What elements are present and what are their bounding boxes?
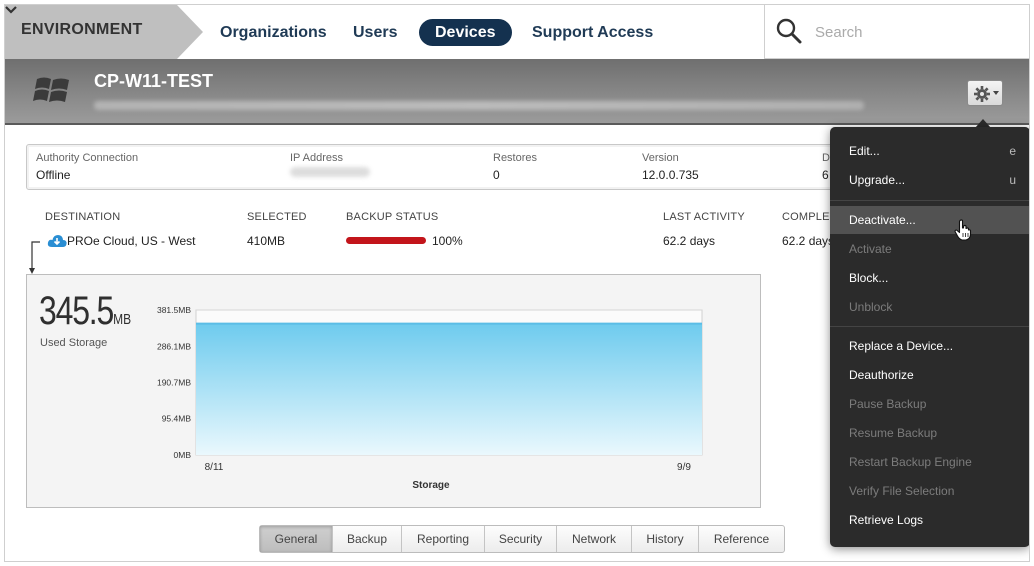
- cloud-icon: [47, 235, 67, 247]
- menu-item-edit-shortcut: e: [1009, 144, 1016, 158]
- header-backup-status: BACKUP STATUS: [346, 211, 439, 223]
- authority-connection: Authority Connection Offline: [36, 152, 138, 182]
- completed-value: 62.2 days: [782, 234, 835, 248]
- tab-security[interactable]: Security: [485, 526, 557, 552]
- device-name: CP-W11-TEST: [94, 71, 214, 91]
- extra-value: 6: [822, 168, 829, 182]
- restores-value: 0: [493, 168, 500, 182]
- search-icon[interactable]: [775, 17, 803, 45]
- menu-item-unblock: Unblock: [849, 300, 893, 314]
- menu-item-upgrade-shortcut: u: [1009, 173, 1016, 187]
- gear-icon: [974, 86, 990, 102]
- last-activity-value: 62.2 days: [663, 234, 716, 248]
- destination-name[interactable]: PROe Cloud, US - West: [67, 234, 195, 248]
- device-info-box: Authority Connection Offline IP Address …: [26, 144, 886, 190]
- y-tick-label: 190.7MB: [157, 378, 191, 388]
- device-tabs: General Backup Reporting Security Networ…: [259, 525, 785, 553]
- y-tick-label: 381.5MB: [157, 305, 191, 315]
- selected-size: 410MB: [247, 234, 286, 248]
- version: Version 12.0.0.735: [642, 152, 699, 182]
- nav-users[interactable]: Users: [353, 19, 397, 46]
- x-tick-label: 8/11: [205, 462, 224, 473]
- nav-devices[interactable]: Devices: [419, 19, 512, 46]
- header-last-activity: LAST ACTIVITY: [663, 211, 745, 223]
- y-tick-label: 286.1MB: [157, 341, 191, 351]
- storage-chart: 381.5MB 286.1MB 190.7MB 95.4MB 0MB 8/11 9/9 Sto…: [157, 305, 703, 491]
- device-actions-menu: Edit... e Upgrade... u Deactivate... Activ…: [830, 127, 1029, 547]
- header-destination: DESTINATION: [45, 211, 121, 223]
- y-tick-label: 0MB: [174, 450, 192, 460]
- search-box: [764, 5, 1029, 59]
- ip-value-redacted: [290, 167, 370, 177]
- menu-item-upgrade-label: Upgrade...: [849, 173, 906, 187]
- tab-general[interactable]: General: [260, 526, 333, 552]
- tab-network[interactable]: Network: [557, 526, 632, 552]
- menu-item-deauthorize[interactable]: Deauthorize: [830, 361, 1029, 389]
- menu-item-verify-file-selection: Verify File Selection: [849, 484, 955, 498]
- backup-progress-bar: [346, 237, 426, 244]
- device-header: CP-W11-TEST: [5, 59, 1029, 125]
- menu-item-block[interactable]: Block...: [830, 264, 1029, 292]
- header-completed: COMPLET: [782, 211, 837, 223]
- menu-item-replace-device[interactable]: Replace a Device...: [830, 332, 1029, 360]
- environment-label: ENVIRONMENT: [21, 21, 143, 38]
- environment-menu[interactable]: ENVIRONMENT: [5, 5, 205, 59]
- windows-icon: [33, 77, 69, 102]
- menu-item-upgrade[interactable]: Upgrade... u: [830, 166, 1029, 194]
- tab-reference[interactable]: Reference: [699, 526, 784, 552]
- restores-label: Restores: [493, 152, 538, 164]
- tab-reporting[interactable]: Reporting: [402, 526, 485, 552]
- app-frame: ENVIRONMENT Organizations Users Devices …: [4, 4, 1030, 562]
- connector-arrow-icon: [29, 241, 40, 274]
- menu-item-pause-backup: Pause Backup: [849, 397, 927, 411]
- tab-history[interactable]: History: [632, 526, 699, 552]
- version-label: Version: [642, 152, 679, 164]
- tab-backup[interactable]: Backup: [333, 526, 402, 552]
- backup-percent: 100%: [432, 234, 463, 248]
- x-tick-label: 9/9: [677, 462, 691, 473]
- menu-item-deactivate[interactable]: Deactivate...: [830, 206, 1029, 234]
- menu-item-retrieve-logs[interactable]: Retrieve Logs: [830, 506, 1029, 534]
- top-nav: ENVIRONMENT Organizations Users Devices …: [5, 5, 1029, 59]
- header-selected: SELECTED: [247, 211, 307, 223]
- device-details-redacted: [94, 101, 864, 110]
- menu-item-activate: Activate: [849, 242, 892, 256]
- menu-item-resume-backup: Resume Backup: [849, 426, 938, 440]
- caret-down-icon: [993, 91, 999, 95]
- x-axis-label: Storage: [412, 480, 450, 491]
- restores: Restores 0: [493, 152, 537, 182]
- ip-address: IP Address: [290, 152, 370, 182]
- extra-field: D 6: [822, 152, 830, 182]
- device-actions-button[interactable]: [967, 80, 1003, 106]
- ip-label: IP Address: [290, 152, 343, 164]
- version-value: 12.0.0.735: [642, 168, 699, 182]
- nav-support-access[interactable]: Support Access: [532, 19, 653, 46]
- hand-cursor-icon: [954, 219, 972, 241]
- menu-item-edit-label: Edit...: [849, 144, 880, 158]
- storage-chart-panel: 345.5MB Used Storage 381.5MB 286.1MB 190.7…: [26, 274, 761, 508]
- authority-label: Authority Connection: [36, 152, 139, 164]
- chevron-down-icon: [5, 6, 17, 14]
- menu-separator: [830, 200, 1029, 201]
- authority-value: Offline: [36, 168, 71, 182]
- search-input[interactable]: [815, 19, 1015, 45]
- y-tick-label: 95.4MB: [162, 414, 192, 424]
- menu-separator: [830, 326, 1029, 327]
- menu-item-restart-backup-engine: Restart Backup Engine: [849, 455, 972, 469]
- nav-organizations[interactable]: Organizations: [220, 19, 327, 46]
- storage-area: [196, 323, 702, 455]
- extra-label: D: [822, 152, 830, 164]
- menu-item-edit[interactable]: Edit... e: [830, 137, 1029, 165]
